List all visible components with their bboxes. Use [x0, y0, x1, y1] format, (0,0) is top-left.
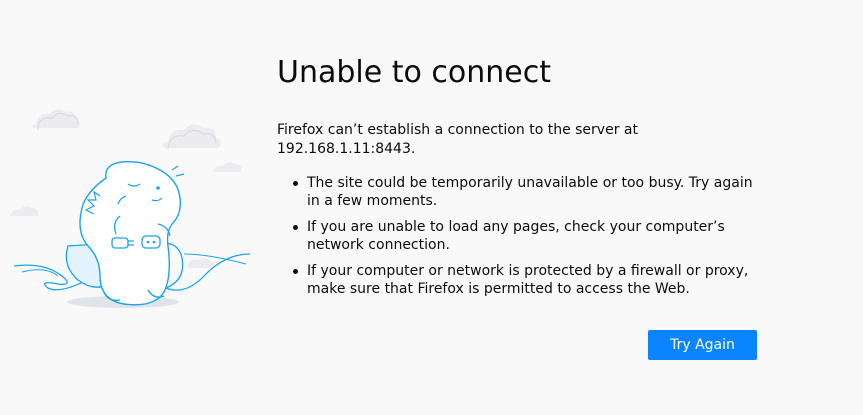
tips-list: The site could be temporarily unavailabl…: [277, 174, 767, 298]
tip-text: If you are unable to load any pages, che…: [307, 219, 725, 253]
bullet-icon: [293, 181, 298, 186]
list-item: The site could be temporarily unavailabl…: [277, 174, 767, 210]
dino-unplugged-illustration: [8, 104, 253, 319]
tip-text: The site could be temporarily unavailabl…: [307, 175, 753, 209]
list-item: If you are unable to load any pages, che…: [277, 218, 767, 254]
page-title: Unable to connect: [277, 55, 551, 90]
bullet-icon: [293, 225, 298, 230]
error-content: Unable to connect Firefox can’t establis…: [277, 52, 767, 306]
tip-text: If your computer or network is protected…: [307, 263, 749, 297]
try-again-button[interactable]: Try Again: [648, 330, 757, 360]
bullet-icon: [293, 269, 298, 274]
list-item: If your computer or network is protected…: [277, 262, 767, 298]
error-description: Firefox can’t establish a connection to …: [277, 122, 638, 157]
